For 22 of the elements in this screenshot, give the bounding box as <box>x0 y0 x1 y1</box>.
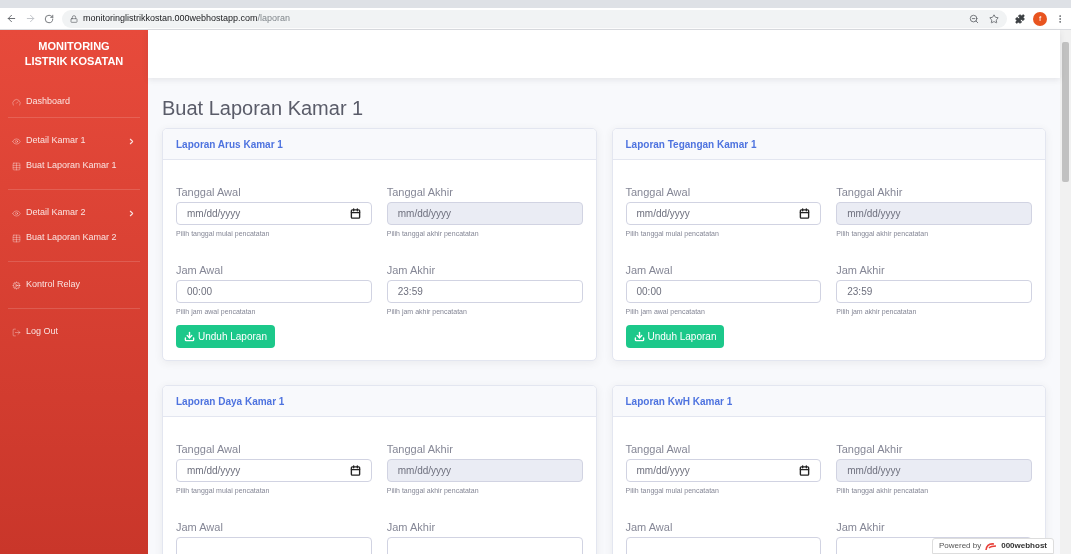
card-title: Laporan Daya Kamar 1 <box>176 394 285 409</box>
card-title: Laporan KwH Kamar 1 <box>625 394 733 409</box>
field-label: Tanggal Awal <box>625 185 691 199</box>
field-label: Jam Awal <box>176 520 223 534</box>
url-text: monitoringlistrikkostan.000webhostapp.com/laporan <box>83 11 291 25</box>
card-title: Laporan Tegangan Kamar 1 <box>625 137 757 152</box>
card-title: Laporan Arus Kamar 1 <box>176 137 283 152</box>
field-label: Tanggal Awal <box>176 442 241 456</box>
field-label: Jam Awal <box>625 263 673 277</box>
field-label: Tanggal Awal <box>176 185 241 199</box>
field-label: Jam Awal <box>176 263 223 277</box>
field-label: Tanggal Akhir <box>386 442 453 456</box>
field-label: Jam Akhir <box>386 520 436 534</box>
field-label: Tanggal Akhir <box>386 185 453 199</box>
field-label: Jam Akhir <box>386 263 436 277</box>
field-label: Jam Akhir <box>836 520 885 534</box>
field-label: Jam Awal <box>625 520 673 534</box>
page-title: Buat Laporan Kamar 1 <box>162 96 365 120</box>
field-label: Tanggal Awal <box>625 442 691 456</box>
field-label: Tanggal Akhir <box>836 185 903 199</box>
field-label: Jam Akhir <box>836 263 885 277</box>
field-label: Tanggal Akhir <box>836 442 903 456</box>
